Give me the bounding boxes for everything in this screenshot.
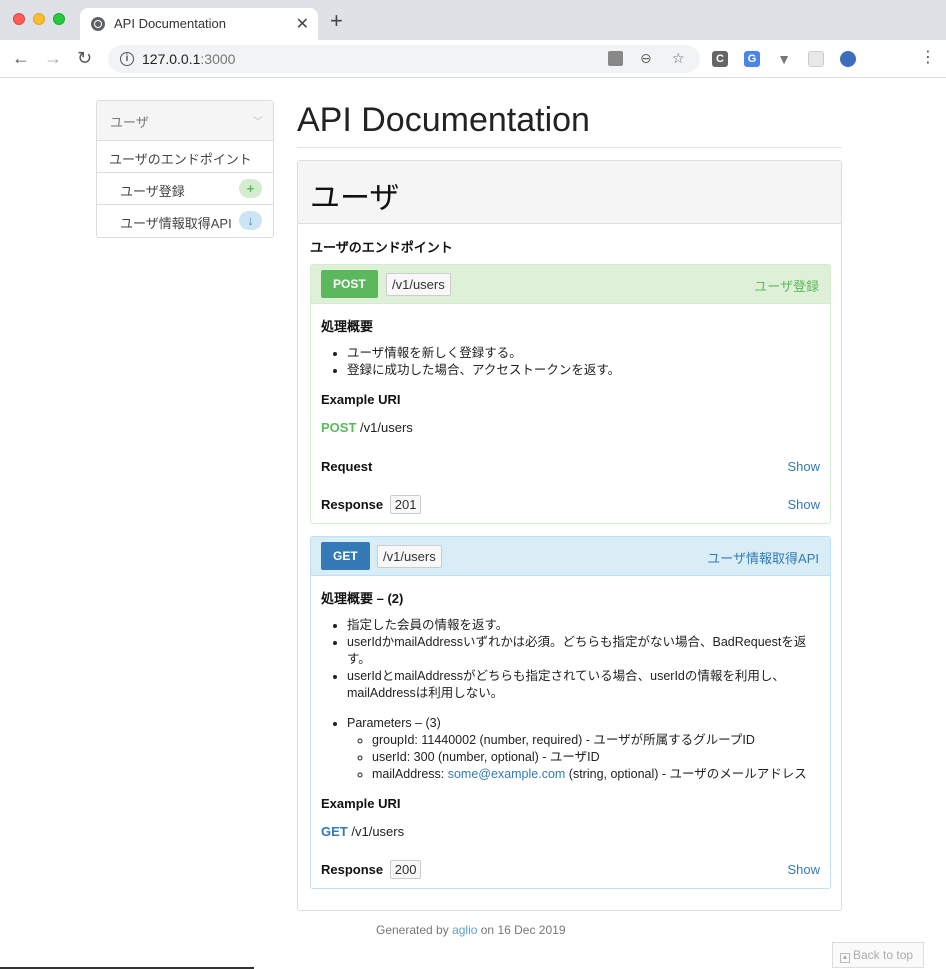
forward-arrow-icon[interactable]: → [44, 48, 62, 68]
example-uri-label: Example URI [321, 392, 401, 407]
globe-icon [91, 17, 105, 31]
action-header[interactable]: POST /v1/users ユーザ登録 [311, 265, 830, 304]
method-badge-get: GET [321, 542, 370, 570]
sidebar-item-user-register[interactable]: ユーザ登録 + [97, 173, 273, 205]
sidebar-item-user-get[interactable]: ユーザ情報取得API ↓ [97, 205, 273, 237]
address-bar[interactable]: i 127.0.0.1:3000 ⊖ ☆ [108, 45, 700, 73]
example-path: /v1/users [360, 420, 413, 435]
response-code: 201 [389, 495, 422, 514]
browser-titlebar: API Documentation ✕ + [0, 0, 946, 40]
reload-icon[interactable]: ↻ [77, 48, 92, 68]
list-item: 登録に成功した場合、アクセストークンを返す。 [347, 362, 821, 379]
extension-v-icon[interactable]: ▼ [776, 51, 792, 67]
sidebar-group-label: ユーザのエンドポイント [109, 152, 252, 167]
browser-toolbar: ← → ↻ i 127.0.0.1:3000 ⊖ ☆ C G ▼ ⋮ [0, 40, 946, 78]
resource-header: ユーザ [298, 161, 841, 224]
description-heading: 処理概要 – (2) [321, 591, 404, 606]
example-method: GET [321, 824, 348, 839]
extension-grid-icon[interactable] [808, 51, 824, 67]
list-item: userIdかmailAddressいずれかは必須。どちらも指定がない場合、Ba… [347, 634, 821, 668]
description-heading: 処理概要 [321, 319, 374, 334]
new-tab-button[interactable]: + [330, 10, 343, 32]
page-content: ユーザ ﹀ ユーザのエンドポイント ユーザ登録 + ユーザ情報取得API ↓ A… [0, 79, 946, 969]
action-header[interactable]: GET /v1/users ユーザ情報取得API [311, 537, 830, 576]
aglio-link[interactable]: aglio [452, 923, 477, 937]
parameters-heading: Parameters – (3) groupId: 11440002 (numb… [347, 715, 821, 783]
sidebar-nav: ユーザ ﹀ ユーザのエンドポイント ユーザ登録 + ユーザ情報取得API ↓ [96, 100, 274, 238]
extension-translate-icon[interactable]: G [744, 51, 760, 67]
response-row: Response 201 [321, 495, 422, 514]
minimize-window-button[interactable] [33, 13, 45, 25]
resource-title: ユーザ [310, 182, 400, 215]
example-uri: POST /v1/users [321, 420, 413, 435]
email-link[interactable]: some@example.com [448, 767, 566, 781]
close-window-button[interactable] [13, 13, 25, 25]
action-name[interactable]: ユーザ情報取得API [707, 548, 819, 567]
parameter-item: userId: 300 (number, optional) - ユーザID [372, 749, 821, 766]
browser-tab[interactable]: API Documentation ✕ [80, 8, 318, 40]
list-item: ユーザ情報を新しく登録する。 [347, 345, 821, 362]
page-title: API Documentation [297, 101, 590, 139]
response-show-link[interactable]: Show [787, 862, 820, 877]
arrow-up-icon: ▲ [840, 953, 850, 963]
description-list: 指定した会員の情報を返す。 userIdかmailAddressいずれかは必須。… [321, 617, 821, 702]
tab-title: API Documentation [114, 16, 227, 31]
plus-icon: + [239, 179, 262, 198]
parameter-item: groupId: 11440002 (number, required) - ユ… [372, 732, 821, 749]
action-uri: /v1/users [377, 545, 442, 568]
response-show-link[interactable]: Show [787, 497, 820, 512]
info-icon[interactable]: i [120, 52, 134, 66]
action-post-users: POST /v1/users ユーザ登録 処理概要 ユーザ情報を新しく登録する。… [310, 264, 831, 524]
footer: Generated by aglio on 16 Dec 2019 [376, 923, 566, 937]
back-arrow-icon[interactable]: ← [12, 48, 30, 68]
response-code: 200 [389, 860, 422, 879]
url-text[interactable]: 127.0.0.1:3000 [142, 51, 235, 67]
action-name[interactable]: ユーザ登録 [754, 276, 819, 295]
response-label: Response [321, 862, 384, 877]
sidebar-item-label: ユーザ登録 [120, 184, 185, 199]
list-item: userIdとmailAddressがどちらも指定されている場合、userIdの… [347, 668, 821, 702]
zoom-out-icon[interactable]: ⊖ [640, 50, 652, 67]
back-to-top-button[interactable]: ▲ Back to top [832, 942, 924, 968]
example-uri-label: Example URI [321, 796, 401, 811]
action-get-users: GET /v1/users ユーザ情報取得API 処理概要 – (2) 指定した… [310, 536, 831, 889]
example-method: POST [321, 420, 357, 435]
section-title: ユーザのエンドポイント [310, 240, 453, 255]
resource-panel: ユーザ ユーザのエンドポイント POST /v1/users ユーザ登録 処理概… [297, 160, 842, 911]
translate-icon[interactable] [608, 51, 623, 66]
description-list: ユーザ情報を新しく登録する。 登録に成功した場合、アクセストークンを返す。 [321, 345, 821, 379]
method-badge-post: POST [321, 270, 378, 298]
close-tab-icon[interactable]: ✕ [296, 14, 309, 34]
sidebar-header-label: ユーザ [110, 115, 149, 130]
action-uri: /v1/users [386, 273, 451, 296]
example-uri: GET /v1/users [321, 824, 404, 839]
parameter-item: mailAddress: some@example.com (string, o… [372, 766, 821, 783]
arrow-down-icon: ↓ [239, 211, 262, 230]
sidebar-item-label: ユーザ情報取得API [120, 216, 232, 231]
request-show-link[interactable]: Show [787, 459, 820, 474]
browser-menu-icon[interactable]: ⋮ [920, 49, 936, 67]
sidebar-resource-header[interactable]: ユーザ ﹀ [97, 101, 273, 141]
title-divider [297, 147, 842, 148]
bookmark-star-icon[interactable]: ☆ [672, 50, 685, 67]
extension-circle-icon[interactable] [840, 51, 856, 67]
chevron-down-icon: ﹀ [253, 117, 263, 128]
parameters-items: groupId: 11440002 (number, required) - ユ… [347, 732, 821, 783]
list-item: 指定した会員の情報を返す。 [347, 617, 821, 634]
sidebar-group-endpoint[interactable]: ユーザのエンドポイント [97, 141, 273, 173]
parameters-list: Parameters – (3) groupId: 11440002 (numb… [321, 715, 821, 783]
example-path: /v1/users [351, 824, 405, 839]
response-row: Response 200 [321, 860, 422, 879]
maximize-window-button[interactable] [53, 13, 65, 25]
response-label: Response [321, 497, 384, 512]
extension-c-icon[interactable]: C [712, 51, 728, 67]
request-label: Request [321, 459, 373, 474]
back-to-top-label: Back to top [853, 948, 914, 962]
